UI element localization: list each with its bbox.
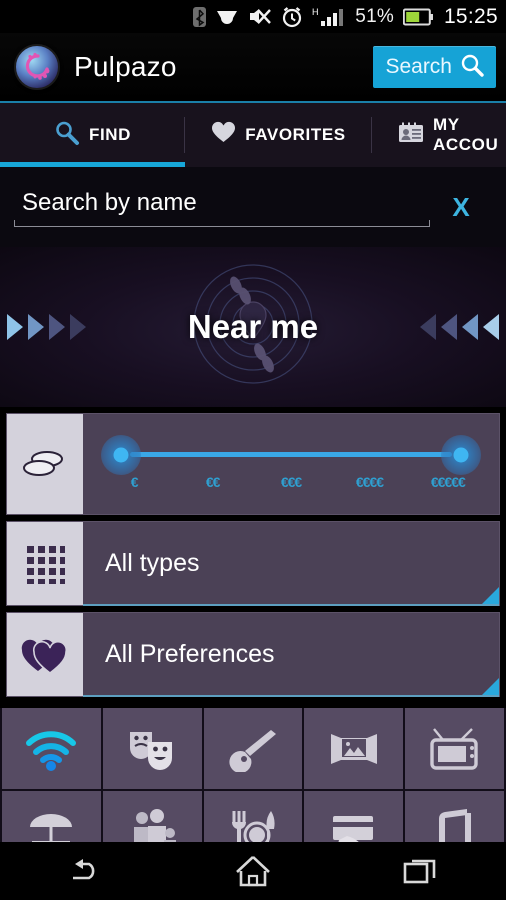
page-title: Pulpazo — [74, 51, 177, 82]
filter-label: All Preferences — [105, 640, 275, 668]
row-underline — [83, 695, 499, 697]
chevron-left-icon[interactable] — [483, 314, 499, 340]
amenity-terrace-umbrella-icon[interactable] — [2, 791, 101, 842]
bluetooth-icon — [193, 6, 207, 27]
all-preferences-dropdown[interactable]: All Preferences — [83, 613, 499, 697]
battery-percent: 51% — [355, 5, 394, 27]
price-slider-body[interactable]: € €€ €€€ €€€€ €€€€€ — [83, 414, 499, 514]
amenity-art-picture-icon[interactable] — [304, 708, 404, 789]
amenity-theater-masks-icon[interactable] — [102, 708, 202, 789]
android-nav-bar[interactable] — [0, 842, 506, 900]
tab-favorites[interactable]: FAVORITES — [185, 103, 372, 167]
amenity-guitar-icon[interactable] — [203, 708, 303, 789]
id-card-icon — [398, 122, 424, 149]
pulpazo-logo-icon — [14, 44, 60, 90]
svg-text:H: H — [312, 7, 319, 17]
recents-icon[interactable] — [387, 856, 457, 886]
price-tick: €€€€€ — [430, 474, 466, 490]
chevron-left-icon[interactable] — [462, 314, 478, 340]
search-input-wrap — [14, 181, 430, 233]
chevron-left-icon[interactable] — [441, 314, 457, 340]
dropdown-corner-indicator[interactable] — [481, 678, 499, 696]
price-tick: €€€€ — [355, 474, 384, 490]
mute-icon — [248, 6, 272, 27]
magnifier-icon — [460, 53, 484, 82]
search-button-label: Search — [385, 55, 452, 78]
price-filter-row[interactable]: € €€ €€€ €€€€ €€€€€ — [6, 413, 500, 515]
chevron-left-icon[interactable] — [420, 314, 436, 340]
tab-find[interactable]: FIND — [0, 103, 185, 167]
amenity-wifi-icon[interactable] — [2, 708, 101, 789]
status-bar: H 51% 15:25 — [0, 0, 506, 33]
row-underline — [83, 604, 499, 606]
amenity-family-icon[interactable] — [102, 791, 202, 842]
heart-icon — [211, 121, 236, 149]
alarm-icon — [281, 6, 303, 28]
tab-find-label: FIND — [88, 125, 132, 144]
price-tick: € — [130, 474, 139, 490]
tab-my-account[interactable]: MY ACCOU — [372, 103, 506, 167]
near-me-carousel[interactable]: Near me — [0, 247, 506, 407]
hearts-icon — [7, 613, 83, 696]
filter-row-all-types[interactable]: All types — [6, 521, 500, 606]
amenity-television-icon[interactable] — [405, 708, 504, 789]
status-clock: 15:25 — [443, 4, 498, 28]
price-tick: €€€ — [280, 474, 302, 490]
amenity-grid[interactable] — [0, 708, 506, 842]
price-tick-labels: € €€ €€€ €€€€ €€€€€ — [95, 474, 487, 496]
input-underline — [14, 220, 430, 227]
amenity-restaurant-icon[interactable] — [203, 791, 303, 842]
tab-favorites-label: FAVORITES — [245, 125, 346, 144]
dropdown-corner-indicator[interactable] — [481, 587, 499, 605]
coins-icon — [7, 414, 83, 514]
magnifier-icon — [54, 120, 80, 151]
signal-icon: H — [312, 6, 346, 28]
all-types-dropdown[interactable]: All types — [83, 522, 499, 606]
amenity-music-speaker-icon[interactable] — [405, 791, 504, 842]
grid-icon — [7, 522, 83, 605]
slider-thumb-min[interactable] — [101, 435, 141, 475]
search-button[interactable]: Search — [373, 46, 496, 88]
filter-label: All types — [105, 549, 200, 577]
price-tick: €€ — [205, 474, 221, 490]
filter-row-all-preferences[interactable]: All Preferences — [6, 612, 500, 697]
tab-bar[interactable]: FIND FAVORITES MY ACCOU — [0, 103, 506, 167]
clear-search-button[interactable]: X — [430, 192, 492, 223]
back-icon[interactable] — [49, 856, 119, 886]
home-icon[interactable] — [218, 854, 288, 888]
slider-track — [130, 452, 452, 457]
price-range-slider[interactable] — [95, 432, 487, 475]
carousel-next-arrows[interactable] — [420, 314, 499, 340]
battery-icon — [402, 8, 433, 26]
amenity-card-payment-icon[interactable] — [304, 791, 404, 842]
search-field-row: X — [0, 167, 506, 247]
slider-thumb-max[interactable] — [441, 435, 481, 475]
headset-icon — [215, 7, 239, 27]
tab-my-account-label: MY ACCOU — [433, 115, 499, 154]
app-header: Pulpazo Search — [0, 33, 506, 103]
